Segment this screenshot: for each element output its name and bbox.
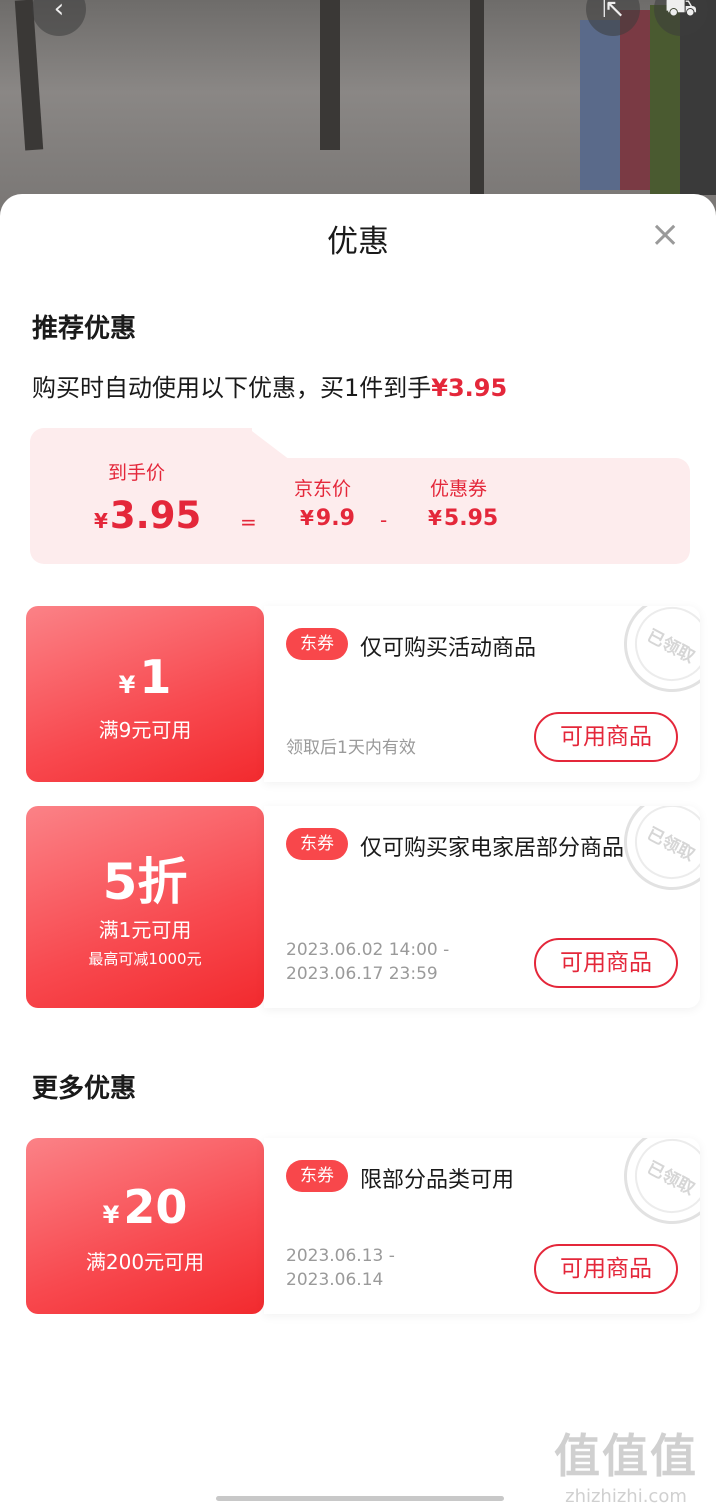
currency-symbol: ¥ bbox=[94, 509, 108, 533]
final-price-value: ¥3.95 bbox=[94, 494, 201, 537]
currency-symbol: ¥ bbox=[300, 506, 314, 530]
coupon-validity-start: 2023.06.13 - bbox=[286, 1246, 395, 1266]
coupon-title: 限部分品类可用 bbox=[360, 1168, 515, 1193]
claimed-stamp: 已领取 bbox=[607, 1138, 700, 1241]
price-breakdown: 到手价 ¥3.95 = 京东价 ¥9.9 - 优惠券 ¥5.95 bbox=[30, 428, 690, 564]
coupon-amount-panel: 5折 满1元可用 最高可减1000元 bbox=[26, 806, 264, 1008]
coupon-validity-end: 2023.06.17 23:59 bbox=[286, 964, 438, 984]
coupon-validity-start: 2023.06.02 14:00 - bbox=[286, 940, 450, 960]
discount-sheet: 优惠 × 推荐优惠 购买时自动使用以下优惠，买1件到手¥3.95 到手价 ¥3.… bbox=[0, 194, 716, 1504]
recommended-desc-text: 购买时自动使用以下优惠，买1件到手 bbox=[32, 374, 432, 402]
coupon-info-panel: 东券 限部分品类可用 2023.06.13 - 2023.06.14 可用商品 … bbox=[264, 1138, 700, 1314]
final-price-number: 3.95 bbox=[109, 494, 202, 537]
coupon-amount: ¥20 bbox=[26, 1180, 264, 1234]
currency-symbol: ¥ bbox=[102, 1201, 120, 1229]
coupon-card: 5折 满1元可用 最高可减1000元 东券 仅可购买家电家居部分商品 2023.… bbox=[26, 806, 700, 1008]
coupon-title: 仅可购买活动商品 bbox=[360, 636, 537, 661]
claimed-stamp: 已领取 bbox=[607, 606, 700, 709]
coupon-condition: 满9元可用 bbox=[98, 718, 192, 742]
coupon-amount-number: 1 bbox=[139, 650, 172, 704]
coupon-price-label: 优惠券 bbox=[430, 478, 488, 500]
coupon-validity: 领取后1天内有效 bbox=[286, 738, 416, 758]
more-heading: 更多优惠 bbox=[32, 1074, 137, 1104]
coupon-amount: 5折 bbox=[102, 853, 188, 911]
coupon-title: 仅可购买家电家居部分商品 bbox=[360, 836, 625, 861]
jd-price-number: 9.9 bbox=[315, 506, 355, 531]
equals-sign: = bbox=[240, 510, 257, 534]
coupon-card: ¥20 满200元可用 东券 限部分品类可用 2023.06.13 - 2023… bbox=[26, 1138, 700, 1314]
watermark-url: zhizhizhi.com bbox=[565, 1486, 687, 1504]
recommended-heading: 推荐优惠 bbox=[32, 314, 137, 344]
minus-sign: - bbox=[380, 508, 388, 532]
site-watermark: 值值值 zhizhizhi.com bbox=[554, 1420, 698, 1504]
coupon-price-number: 5.95 bbox=[443, 506, 499, 531]
watermark-logo: 值值值 bbox=[554, 1429, 698, 1483]
available-products-button[interactable]: 可用商品 bbox=[534, 1244, 678, 1294]
coupon-card: ¥1 满9元可用 东券 仅可购买活动商品 领取后1天内有效 可用商品 已领取 bbox=[26, 606, 700, 782]
coupon-max-discount: 最高可减1000元 bbox=[88, 950, 202, 968]
jd-price-label: 京东价 bbox=[294, 478, 352, 500]
coupon-amount-panel: ¥1 满9元可用 bbox=[26, 606, 264, 782]
coupon-amount: ¥1 bbox=[26, 650, 264, 704]
close-icon[interactable]: × bbox=[650, 217, 680, 253]
coupon-info-panel: 东券 仅可购买家电家居部分商品 2023.06.02 14:00 - 2023.… bbox=[264, 806, 700, 1008]
available-products-button[interactable]: 可用商品 bbox=[534, 712, 678, 762]
coupon-tag: 东券 bbox=[286, 628, 348, 660]
final-price-label: 到手价 bbox=[108, 462, 166, 484]
jd-price-value: ¥9.9 bbox=[300, 506, 355, 531]
currency-symbol: ¥ bbox=[118, 671, 136, 699]
coupon-condition: 满200元可用 bbox=[85, 1250, 205, 1274]
coupon-amount-panel: ¥20 满200元可用 bbox=[26, 1138, 264, 1314]
sheet-title: 优惠 bbox=[327, 224, 389, 260]
coupon-tag: 东券 bbox=[286, 828, 348, 860]
coupon-amount-number: 20 bbox=[123, 1180, 188, 1234]
recommended-desc-price: ¥3.95 bbox=[431, 374, 508, 402]
recommended-description: 购买时自动使用以下优惠，买1件到手¥3.95 bbox=[32, 368, 507, 403]
coupon-validity-end: 2023.06.14 bbox=[286, 1270, 384, 1290]
currency-symbol: ¥ bbox=[428, 506, 442, 530]
coupon-tag: 东券 bbox=[286, 1160, 348, 1192]
coupon-price-value: ¥5.95 bbox=[428, 506, 498, 531]
home-indicator[interactable] bbox=[216, 1496, 504, 1501]
coupon-info-panel: 东券 仅可购买活动商品 领取后1天内有效 可用商品 已领取 bbox=[264, 606, 700, 782]
available-products-button[interactable]: 可用商品 bbox=[534, 938, 678, 988]
coupon-condition: 满1元可用 bbox=[98, 918, 192, 942]
